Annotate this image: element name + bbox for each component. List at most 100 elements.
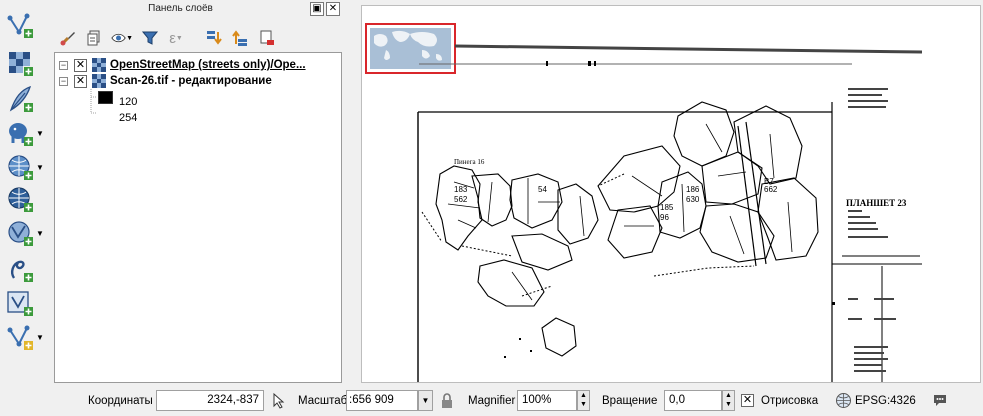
svg-text:183: 183 — [454, 185, 468, 194]
tree-connector-lines — [90, 89, 97, 114]
svg-text:562: 562 — [454, 195, 468, 204]
messages-button[interactable] — [932, 393, 948, 411]
chevron-down-icon[interactable]: ▼ — [36, 229, 44, 238]
mouse-pointer-icon — [273, 392, 285, 409]
layer-name: Scan-26.tif - редактирование — [110, 75, 272, 87]
legend-label: 254 — [119, 112, 138, 124]
epsilon-icon: ε — [169, 29, 176, 47]
render-checkbox[interactable]: ✕ — [741, 394, 754, 407]
add-raster-layer-button[interactable] — [5, 46, 49, 80]
elephant-icon — [9, 123, 33, 146]
add-group-button[interactable] — [83, 27, 105, 49]
add-wms-layer-button[interactable]: ▼ — [5, 150, 49, 184]
scale-field[interactable]: :656 909 273 — [346, 390, 418, 411]
close-panel-button[interactable]: ✕ — [326, 2, 340, 16]
filter-legend-button[interactable] — [139, 27, 161, 49]
manage-layers-toolbar: ▼ ▼ ▼ ▼ — [0, 0, 52, 386]
scale-label: Масштаб — [298, 395, 348, 407]
raster-layer-icon — [92, 74, 106, 88]
add-delimited-text-layer-button[interactable] — [5, 82, 49, 116]
legend-item-120: 120 — [98, 89, 137, 108]
style-manager-button[interactable] — [57, 27, 79, 49]
legend-swatch — [98, 106, 113, 120]
expand-all-icon — [207, 31, 222, 45]
layer-row-openstreetmap[interactable]: − ✕ OpenStreetMap (streets only)/Ope... — [59, 57, 306, 73]
eye-icon — [111, 33, 126, 43]
rotation-label: Вращение — [602, 395, 658, 407]
chevron-down-icon[interactable]: ▼ — [126, 35, 133, 42]
new-vector-layer-button[interactable] — [5, 8, 49, 42]
add-raster-layer-icon — [9, 52, 33, 76]
layers-panel: Панель слоёв ▣ ✕ ▼ ε ▼ − ✕ OpenStreetMap… — [53, 0, 342, 386]
magnifier-field[interactable]: 100% — [517, 390, 577, 411]
coordinates-field[interactable]: 2324,-837 — [156, 390, 264, 411]
visibility-button[interactable]: ▼ — [111, 27, 133, 49]
expand-all-button[interactable] — [203, 27, 225, 49]
crs-button[interactable] — [835, 392, 852, 412]
layers-panel-title: Панель слоёв — [148, 3, 213, 14]
globe-icon — [836, 393, 851, 408]
remove-layer-button[interactable] — [256, 27, 278, 49]
collapse-all-button[interactable] — [229, 27, 251, 49]
rotation-field[interactable]: 0,0 — [664, 390, 722, 411]
add-wcs-layer-button[interactable] — [5, 182, 49, 216]
svg-text:662: 662 — [764, 185, 778, 194]
speech-bubble-icon — [934, 395, 946, 406]
filter-expression-button[interactable]: ε ▼ — [165, 27, 187, 49]
layer-name: OpenStreetMap (streets only)/Ope... — [110, 59, 306, 71]
render-label: Отрисовка — [761, 395, 819, 407]
map-rendering: ПЛАНШЕТ 23 183 562 54 186 630 B7 662 185… — [365, 23, 923, 382]
scale-dropdown-chevron-icon[interactable]: ▼ — [418, 390, 433, 411]
chevron-down-icon[interactable]: ▼ — [36, 129, 44, 138]
globe-vector-icon — [8, 221, 33, 246]
svg-text:630: 630 — [686, 195, 700, 204]
add-spatialite-layer-button[interactable] — [5, 252, 49, 286]
layer-row-scan-26[interactable]: − ✕ Scan-26.tif - редактирование — [59, 73, 272, 89]
sheet-annotations — [848, 88, 896, 372]
layers-tree: − ✕ OpenStreetMap (streets only)/Ope... … — [54, 52, 342, 383]
new-temporary-layer-button[interactable]: ▼ — [5, 320, 49, 354]
globe-icon — [8, 155, 33, 180]
vector-frame-icon — [7, 291, 33, 316]
qgis-main-window: ▼ ▼ ▼ ▼ Панель слоёв ▣ ✕ ▼ ε ▼ − ✕ OpenS… — [0, 0, 983, 416]
layers-panel-toolbar: ▼ ε ▼ — [53, 24, 342, 52]
lock-icon — [442, 393, 452, 408]
layer-visibility-checkbox[interactable]: ✕ — [74, 58, 87, 72]
crs-label[interactable]: EPSG:4326 — [855, 395, 916, 407]
svg-text:54: 54 — [538, 185, 547, 194]
feather-quill-icon — [11, 260, 33, 282]
chevron-down-icon[interactable]: ▼ — [36, 163, 44, 172]
rotation-spinner-icon[interactable]: ▲ ▼ — [722, 390, 735, 411]
coordinate-toggle-button[interactable] — [270, 392, 288, 413]
remove-layer-icon — [260, 30, 274, 45]
collapse-toggle[interactable]: − — [59, 60, 68, 70]
river-label: Пинега 16 — [454, 158, 485, 166]
add-vector-layer-icon — [7, 325, 33, 350]
paintbrush-icon — [60, 32, 75, 46]
svg-text:185: 185 — [660, 203, 674, 212]
svg-text:96: 96 — [660, 213, 669, 222]
feather-icon — [9, 85, 33, 112]
svg-text:186: 186 — [686, 185, 700, 194]
add-wfs-layer-button[interactable]: ▼ — [5, 216, 49, 250]
legend-swatch — [98, 90, 113, 104]
lock-scale-button[interactable] — [441, 393, 453, 412]
filter-funnel-icon — [141, 31, 159, 45]
chevron-down-icon[interactable]: ▼ — [36, 333, 44, 342]
layer-visibility-checkbox[interactable]: ✕ — [74, 74, 87, 88]
chevron-down-icon[interactable]: ▼ — [176, 35, 183, 42]
map-canvas[interactable]: ПЛАНШЕТ 23 183 562 54 186 630 B7 662 185… — [361, 5, 981, 383]
magnifier-spinner-icon[interactable]: ▲ ▼ — [577, 390, 590, 411]
legend-item-254: 254 — [98, 105, 138, 124]
layers-group-icon — [87, 30, 100, 46]
float-panel-button[interactable]: ▣ — [310, 2, 324, 16]
status-bar: Координаты 2324,-837 Масштаб :656 909 27… — [0, 386, 983, 416]
magnifier-label: Magnifier — [468, 395, 516, 407]
collapse-toggle[interactable]: − — [59, 76, 68, 86]
globe-icon — [8, 187, 33, 212]
coordinates-label: Координаты — [88, 395, 153, 407]
add-postgis-layer-button[interactable]: ▼ — [5, 116, 49, 150]
raster-layer-icon — [92, 58, 106, 72]
add-virtual-layer-button[interactable] — [5, 286, 49, 320]
collapse-all-icon — [232, 30, 247, 46]
